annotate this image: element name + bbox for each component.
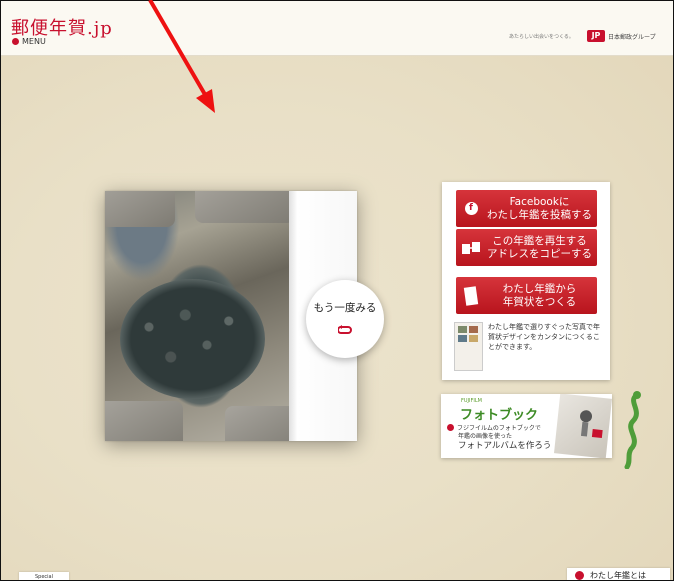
banner-dot-icon — [447, 424, 454, 431]
photobook-banner[interactable]: FUJIFILM フォトブック フジフイルムのフォトブックで 年鑑の画像を使った… — [441, 394, 612, 458]
about-yearbook-link[interactable]: わたし年鑑とは — [567, 568, 670, 580]
facebook-post-button[interactable]: f Facebookに わたし年鑑を投稿する — [456, 190, 597, 227]
about-dot-icon — [575, 570, 584, 580]
copy-address-icon — [456, 241, 486, 255]
snake-icon — [621, 389, 647, 473]
banner-title: フォトブック — [460, 408, 539, 423]
jp-mark-icon: JP — [587, 30, 605, 42]
yearbook-photo — [105, 191, 289, 441]
copy-address-button[interactable]: この年鑑を再生する アドレスをコピーする — [456, 229, 597, 266]
facebook-post-line2: わたし年鑑を投稿する — [487, 208, 592, 221]
replay-button[interactable]: もう一度みる — [306, 280, 384, 358]
postcard-icon — [456, 285, 486, 306]
replay-label: もう一度みる — [313, 301, 377, 314]
photo-rock — [105, 401, 183, 441]
menu-dot-icon — [12, 38, 19, 45]
japan-post-logo[interactable]: JP 日本郵政グループ — [587, 30, 656, 42]
facebook-icon: f — [464, 202, 478, 215]
photo-pebbles — [120, 279, 265, 399]
make-postcard-button[interactable]: わたし年鑑から 年賀状をつくる — [456, 277, 597, 314]
photo-rock — [225, 406, 289, 441]
banner-line3: フォトアルバムを作ろう — [458, 441, 552, 451]
copy-address-line2: アドレスをコピーする — [487, 247, 592, 260]
group-name: 日本郵政グループ — [608, 33, 656, 41]
photo-rock — [105, 191, 175, 227]
banner-photo — [554, 394, 612, 458]
make-postcard-line2: 年賀状をつくる — [502, 295, 577, 308]
facebook-post-line1: Facebookに — [509, 195, 570, 208]
copy-address-line1: この年鑑を再生する — [492, 234, 587, 247]
postcard-description: わたし年鑑で選りすぐった写真で年賀状デザインをカンタンにつくることができます。 — [454, 322, 602, 372]
about-yearbook-label: わたし年鑑とは — [590, 570, 646, 580]
special-link[interactable]: Special — [19, 572, 69, 580]
tagline: あたらしい出会いをつくる。 — [509, 34, 574, 40]
menu-button[interactable]: MENU — [12, 37, 46, 46]
make-postcard-line1: わたし年鑑から — [502, 282, 577, 295]
replay-icon — [337, 320, 352, 339]
menu-label: MENU — [22, 37, 46, 46]
share-panel: f Facebookに わたし年鑑を投稿する この年鑑を再生する アドレスをコピ… — [442, 182, 610, 380]
header-bar: 郵便年賀.jp MENU あたらしい出会いをつくる。 JP 日本郵政グループ — [1, 1, 673, 56]
postcard-thumbnail — [454, 322, 483, 371]
description-text: わたし年鑑で選りすぐった写真で年賀状デザインをカンタンにつくることができます。 — [488, 323, 600, 351]
page-frame: 郵便年賀.jp MENU あたらしい出会いをつくる。 JP 日本郵政グループ も… — [0, 0, 674, 581]
photo-rock — [195, 191, 289, 223]
